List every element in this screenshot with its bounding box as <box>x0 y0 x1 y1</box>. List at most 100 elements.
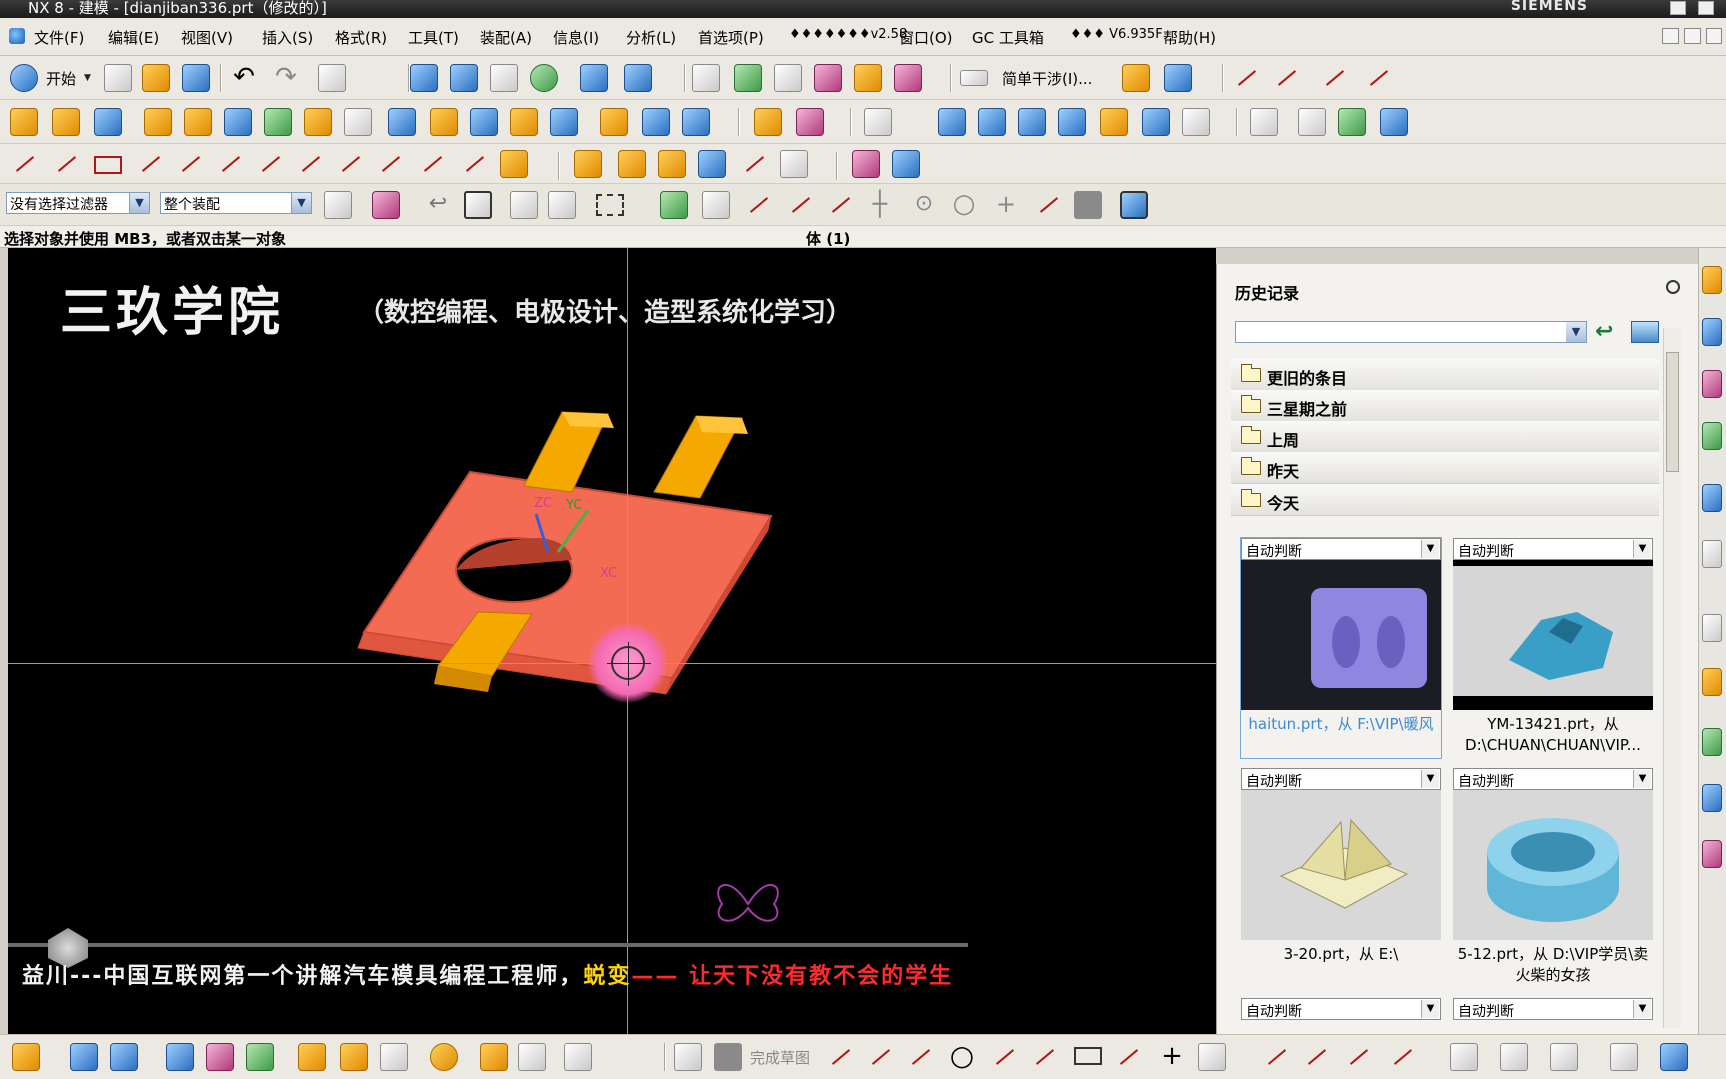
reattach-sketch-icon[interactable] <box>1660 1043 1688 1071</box>
spline-icon[interactable] <box>136 150 164 178</box>
dimension-icon[interactable] <box>1450 1043 1478 1071</box>
part-thumbnail[interactable] <box>1453 560 1653 710</box>
menu-insert[interactable]: 插入(S) <box>262 27 313 48</box>
info-list-icon[interactable] <box>1250 108 1278 136</box>
menu-help[interactable]: 帮助(H) <box>1163 27 1216 48</box>
wcs-icon[interactable] <box>774 64 802 92</box>
undo-icon[interactable]: ↶ <box>230 64 258 92</box>
snap-endpoint-icon[interactable] <box>660 191 688 219</box>
history-group-older[interactable]: 更旧的条目 <box>1231 359 1659 391</box>
menu-preferences[interactable]: 首选项(P) <box>698 27 764 48</box>
card-caption[interactable]: 5-12.prt，从 D:\VIP学员\卖火柴的女孩 <box>1453 944 1653 986</box>
subtract-icon[interactable] <box>304 108 332 136</box>
menu-window[interactable]: 窗口(O) <box>899 27 953 48</box>
shaded-edges-icon[interactable] <box>1120 191 1148 219</box>
chevron-down-icon[interactable]: ▼ <box>291 193 311 213</box>
card-mode-select[interactable]: 自动判断 ▼ <box>1241 538 1441 560</box>
redo-icon[interactable]: ↷ <box>272 64 300 92</box>
snap-control-icon[interactable] <box>744 191 772 219</box>
simple-interference-button[interactable]: 简单干涉(I)... <box>1002 68 1092 89</box>
analysis-icon[interactable] <box>814 64 842 92</box>
card-mode-select[interactable]: 自动判断 ▼ <box>1453 998 1653 1020</box>
menu-information[interactable]: 信息(I) <box>553 27 599 48</box>
select-edge-icon[interactable] <box>548 191 576 219</box>
mdi-restore-button[interactable] <box>1684 28 1701 44</box>
paperclip-icon[interactable] <box>480 1043 508 1071</box>
ruled-surface-icon[interactable] <box>978 108 1006 136</box>
draft-analysis-icon[interactable] <box>1122 64 1150 92</box>
extrude-icon[interactable] <box>10 108 38 136</box>
sew-icon[interactable] <box>1058 108 1086 136</box>
snap-arc-center-icon[interactable] <box>826 191 854 219</box>
intersection-curve-icon[interactable] <box>1272 64 1300 92</box>
chevron-down-icon[interactable]: ▼ <box>1633 770 1651 788</box>
fit-view-icon[interactable] <box>410 64 438 92</box>
save-icon[interactable] <box>182 64 210 92</box>
pad-icon[interactable] <box>144 108 172 136</box>
sketch-trim-icon[interactable] <box>1302 1043 1330 1071</box>
sketch-corner-icon[interactable] <box>1388 1043 1416 1071</box>
chevron-down-icon[interactable]: ▼ <box>1633 1000 1651 1018</box>
sketch-extend-icon[interactable] <box>1344 1043 1372 1071</box>
palette-icon[interactable] <box>1702 840 1722 868</box>
sketch-polygon-icon[interactable] <box>1198 1043 1226 1071</box>
menu-gc-toolkit[interactable]: GC 工具箱 <box>972 27 1044 48</box>
snap-midpoint-icon[interactable] <box>702 191 730 219</box>
back-arrow-icon[interactable]: ↩ <box>1595 320 1621 344</box>
sequence-icon[interactable] <box>340 1043 368 1071</box>
check-clearance-icon[interactable] <box>430 1043 458 1071</box>
select-body-icon[interactable] <box>464 191 492 219</box>
menu-format[interactable]: 格式(R) <box>335 27 387 48</box>
edge-blend-icon[interactable] <box>388 108 416 136</box>
sketch-chamfer-icon[interactable] <box>1030 1043 1058 1071</box>
polygon-icon[interactable] <box>176 150 204 178</box>
chamfer-curve-icon[interactable] <box>296 150 324 178</box>
chevron-down-icon[interactable]: ▼ <box>1421 1000 1439 1018</box>
card-mode-select[interactable]: 自动判断 ▼ <box>1453 768 1653 790</box>
history-group-today[interactable]: 今天 <box>1231 484 1659 516</box>
orient-view-icon[interactable] <box>580 64 608 92</box>
menu-analysis[interactable]: 分析(L) <box>626 27 676 48</box>
show-constraints-icon[interactable] <box>1610 1043 1638 1071</box>
snap-point-icon[interactable] <box>372 191 400 219</box>
history-card[interactable]: 自动判断 ▼ YM-13421.prt，从 D:\CHUAN\CHUAN\VIP.… <box>1453 538 1653 758</box>
studio-spline-icon[interactable] <box>1114 1043 1142 1071</box>
object-info-icon[interactable] <box>1298 108 1326 136</box>
pocket-icon[interactable] <box>224 108 252 136</box>
offset-face-icon[interactable] <box>642 108 670 136</box>
minimize-button[interactable] <box>1670 1 1686 15</box>
finish-sketch-button[interactable]: 完成草图 <box>750 1047 810 1068</box>
history-scrollbar[interactable] <box>1663 328 1681 1028</box>
pin-icon[interactable] <box>1666 280 1680 294</box>
surface-grid-icon[interactable] <box>938 108 966 136</box>
extend-sheet-icon[interactable] <box>1100 108 1128 136</box>
wave-link-icon[interactable] <box>618 150 646 178</box>
snap-on-curve-icon[interactable] <box>1034 191 1062 219</box>
history-tab-icon[interactable] <box>1702 540 1722 568</box>
snap-existing-point-icon[interactable]: + <box>992 191 1020 219</box>
sketch-icon[interactable] <box>12 1043 40 1071</box>
sketch-offset-icon[interactable] <box>1262 1043 1290 1071</box>
menu-plugin-v258[interactable]: ♦♦♦♦♦♦♦v2.58 <box>789 27 907 42</box>
sketch-rectangle-icon[interactable] <box>1074 1047 1102 1065</box>
auto-constraint-icon[interactable] <box>1550 1043 1578 1071</box>
start-icon[interactable] <box>10 64 38 92</box>
deformable-part-icon[interactable] <box>518 1043 546 1071</box>
snap-on-face-icon[interactable] <box>1074 191 1102 219</box>
roles-icon[interactable] <box>1702 784 1722 812</box>
chevron-down-icon[interactable]: ▼ <box>129 193 149 213</box>
select-face-icon[interactable] <box>510 191 538 219</box>
constraint-navigator-icon[interactable] <box>1702 318 1722 346</box>
boss-icon[interactable] <box>184 108 212 136</box>
feature-params-icon[interactable] <box>892 150 920 178</box>
card-caption[interactable]: YM-13421.prt，从 D:\CHUAN\CHUAN\VIP... <box>1453 714 1653 756</box>
offset-curve-2-icon[interactable] <box>336 150 364 178</box>
arrangement-icon[interactable] <box>564 1043 592 1071</box>
helix-icon[interactable] <box>740 150 768 178</box>
open-file-icon[interactable] <box>142 64 170 92</box>
split-body-icon[interactable] <box>600 108 628 136</box>
rectangle-icon[interactable] <box>94 156 122 174</box>
part-thumbnail[interactable] <box>1241 560 1441 710</box>
start-dropdown-icon[interactable]: ▼ <box>84 73 91 83</box>
combined-projection-icon[interactable] <box>418 150 446 178</box>
